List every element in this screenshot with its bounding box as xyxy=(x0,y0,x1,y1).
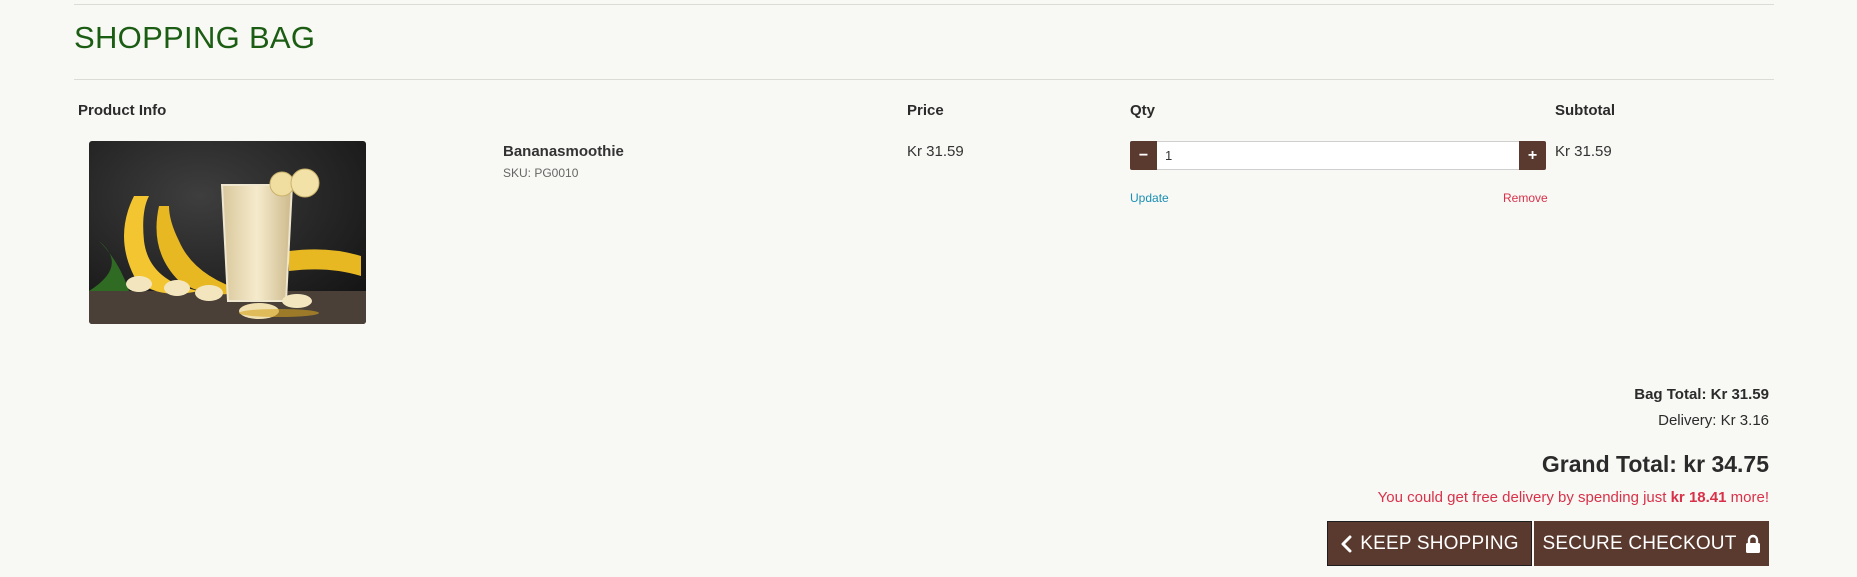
product-image xyxy=(89,141,366,324)
remove-link[interactable]: Remove xyxy=(1503,191,1548,205)
decrement-button[interactable]: − xyxy=(1130,141,1157,170)
header-price: Price xyxy=(907,102,944,119)
update-link[interactable]: Update xyxy=(1130,191,1169,205)
quantity-stepper: − + xyxy=(1130,141,1546,170)
free-delivery-prefix: You could get free delivery by spending … xyxy=(1377,489,1671,506)
increment-button[interactable]: + xyxy=(1519,141,1546,170)
chevron-left-icon xyxy=(1340,535,1352,553)
title-divider xyxy=(74,79,1774,80)
secure-checkout-label: SECURE CHECKOUT xyxy=(1542,532,1737,554)
smoothie-photo xyxy=(89,141,366,324)
header-subtotal: Subtotal xyxy=(1555,102,1615,119)
keep-shopping-label: KEEP SHOPPING xyxy=(1360,532,1519,554)
product-price: Kr 31.59 xyxy=(907,143,964,160)
minus-icon: − xyxy=(1138,146,1149,164)
secure-checkout-button[interactable]: SECURE CHECKOUT xyxy=(1534,521,1769,566)
header-product-info: Product Info xyxy=(78,102,167,119)
product-sku: SKU: PG0010 xyxy=(503,166,579,180)
free-delivery-suffix: more! xyxy=(1726,489,1769,506)
grand-total: Grand Total: kr 34.75 xyxy=(1541,451,1769,477)
delivery-cost: Delivery: Kr 3.16 xyxy=(1658,412,1769,429)
header-qty: Qty xyxy=(1130,102,1156,119)
free-delivery-notice: You could get free delivery by spending … xyxy=(1378,489,1769,506)
bag-total: Bag Total: Kr 31.59 xyxy=(1634,386,1769,403)
free-delivery-amount: kr 18.41 xyxy=(1670,489,1727,506)
keep-shopping-button[interactable]: KEEP SHOPPING xyxy=(1327,521,1532,566)
product-subtotal: Kr 31.59 xyxy=(1555,143,1612,160)
plus-icon: + xyxy=(1527,146,1538,164)
page-title: SHOPPING BAG xyxy=(74,20,316,55)
quantity-input[interactable] xyxy=(1157,141,1519,170)
lock-icon xyxy=(1745,534,1761,554)
product-name[interactable]: Bananasmoothie xyxy=(503,143,624,160)
top-divider xyxy=(74,4,1774,5)
